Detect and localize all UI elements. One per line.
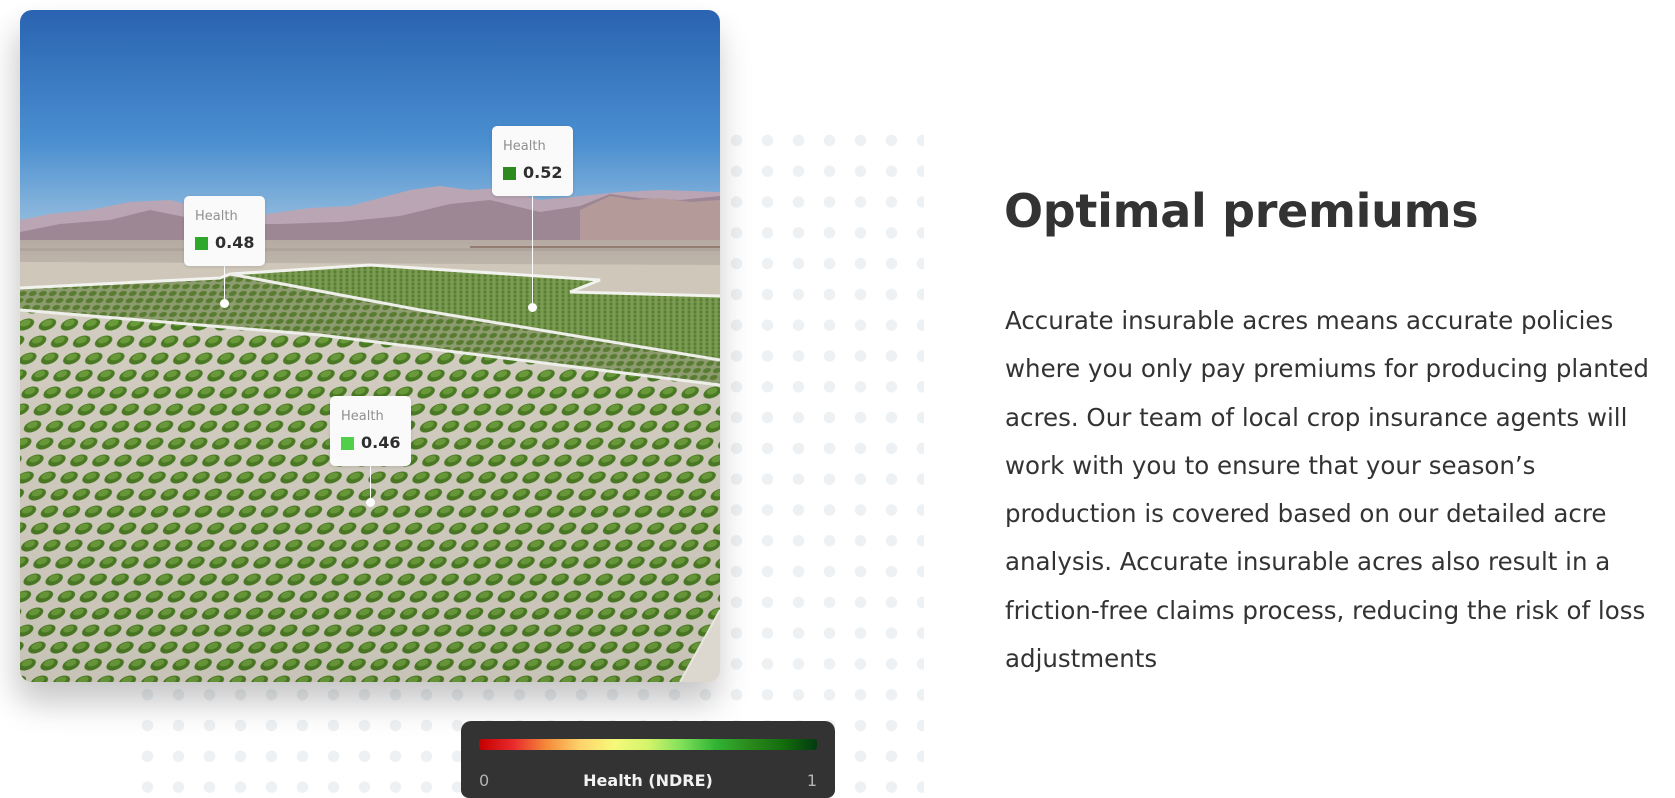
tag-label: Health: [341, 409, 384, 424]
health-color-swatch: [195, 237, 208, 250]
tag-pointer-line: [369, 466, 371, 502]
tag-label: Health: [195, 209, 238, 224]
tag-anchor-dot[interactable]: [527, 302, 537, 312]
tag-pointer-line: [223, 266, 225, 303]
paragraph-line: where you only pay premiums for producin…: [1005, 354, 1649, 384]
tag-anchor-dot[interactable]: [219, 298, 229, 308]
field-photo: [20, 10, 720, 682]
health-tag[interactable]: Health 0.52: [492, 126, 573, 196]
health-color-swatch: [503, 167, 516, 180]
paragraph-line: Accurate insurable acres means accurate …: [1005, 306, 1614, 335]
paragraph-line: adjustments: [1005, 644, 1158, 674]
tag-value: 0.46: [361, 433, 401, 452]
tag-anchor-dot[interactable]: [365, 497, 375, 507]
health-color-swatch: [341, 437, 354, 450]
tag-pointer-line: [531, 196, 533, 307]
paragraph-line: acres. Our team of local crop insurance …: [1005, 402, 1628, 432]
legend-gradient-bar: [479, 739, 817, 750]
paragraph-line: analysis. Accurate insurable acres also …: [1005, 547, 1611, 577]
section-heading: Optimal premiums: [1004, 184, 1479, 238]
tag-value: 0.52: [523, 163, 563, 182]
tag-value: 0.48: [215, 233, 255, 252]
paragraph-line: friction-free claims process, reducing t…: [1005, 595, 1646, 625]
tag-label: Health: [503, 139, 546, 154]
section-paragraph: Accurate insurable acres means accurate …: [1005, 297, 1665, 683]
legend-max-label: 1: [806, 771, 817, 790]
health-tag[interactable]: Health 0.48: [184, 196, 265, 266]
paragraph-line: work with you to ensure that your season…: [1005, 450, 1536, 480]
paragraph-line: production is covered based on our detai…: [1005, 499, 1607, 529]
health-legend: 0 Health (NDRE) 1: [461, 721, 835, 798]
health-tag[interactable]: Health 0.46: [330, 396, 411, 466]
field-photo-scene: [20, 10, 720, 682]
legend-title: Health (NDRE): [583, 771, 713, 790]
